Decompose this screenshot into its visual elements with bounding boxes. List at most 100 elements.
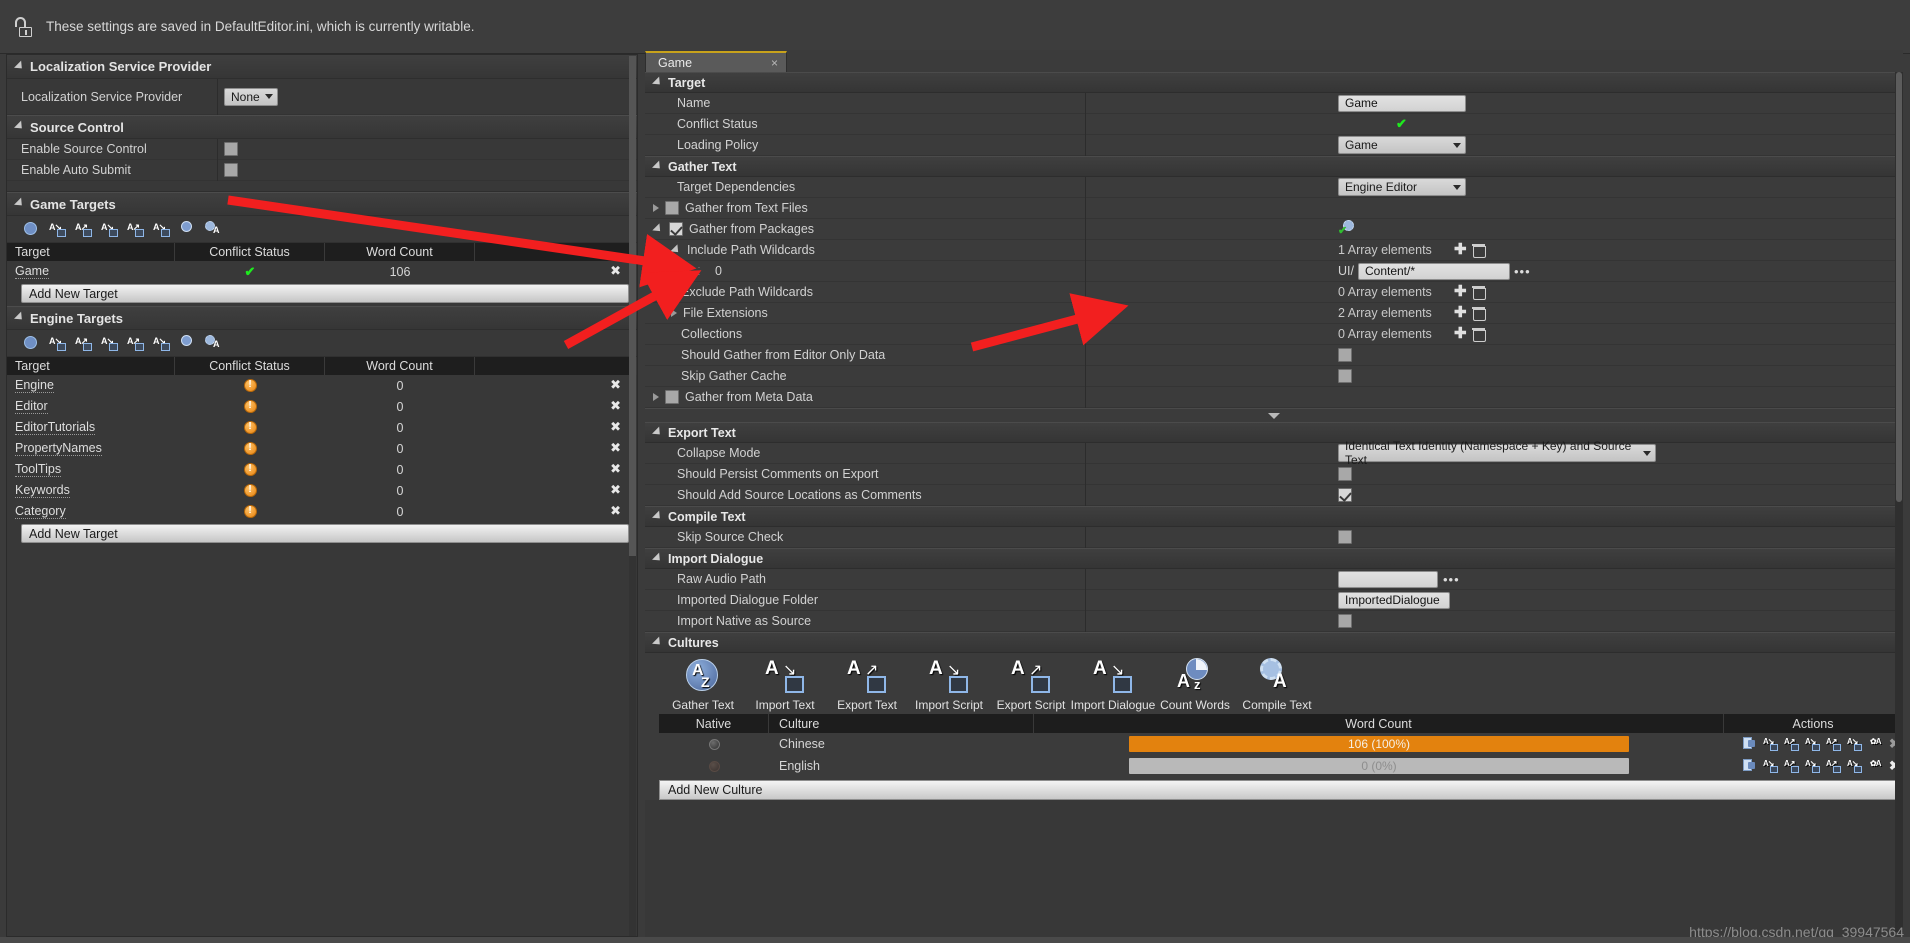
culture-action-count-words[interactable]: Az Count Words	[1155, 657, 1235, 712]
import-dialogue-icon[interactable]: A↘	[153, 221, 170, 237]
import-script-icon[interactable]: A↘	[101, 221, 118, 237]
add-array-element-icon[interactable]: ✚	[1454, 305, 1467, 320]
engine-target-link[interactable]: Engine	[15, 378, 54, 393]
target-name-input[interactable]: Game	[1338, 94, 1466, 112]
export-text-icon[interactable]: A↗	[75, 221, 92, 237]
enable-auto-submit-checkbox[interactable]	[224, 163, 238, 177]
browse-ellipsis-button[interactable]: •••	[1443, 572, 1460, 587]
table-row[interactable]: ToolTips 0 ✖	[7, 459, 637, 480]
add-new-culture-button[interactable]: Add New Culture	[659, 780, 1903, 800]
culture-action-export-text[interactable]: A ↗ Export Text	[827, 657, 907, 712]
native-culture-radio[interactable]	[708, 760, 720, 772]
table-row[interactable]: Engine 0 ✖	[7, 375, 637, 396]
add-array-element-icon[interactable]: ✚	[1454, 284, 1467, 299]
gather-from-packages-checkbox[interactable]	[669, 222, 683, 236]
remove-target-icon[interactable]: ✖	[610, 378, 621, 393]
culture-action-export-script[interactable]: A ↗ Export Script	[991, 657, 1071, 712]
compile-text-icon[interactable]: A	[205, 221, 222, 237]
gather-text-icon[interactable]	[1742, 737, 1757, 751]
collapse-triangle-icon[interactable]	[652, 223, 664, 235]
remove-target-icon[interactable]: ✖	[610, 264, 621, 279]
native-culture-radio[interactable]	[708, 738, 720, 750]
import-dialogue-icon[interactable]: A↘	[1847, 759, 1862, 773]
import-text-icon[interactable]: A↘	[49, 221, 66, 237]
section-header-source-control[interactable]: Source Control	[7, 115, 637, 139]
remove-target-icon[interactable]: ✖	[610, 462, 621, 477]
table-row[interactable]: Game ✔ 106 ✖	[7, 261, 637, 282]
import-dialogue-icon[interactable]: A↘	[1847, 737, 1862, 751]
should-add-source-locations-checkbox[interactable]	[1338, 488, 1352, 502]
engine-target-link[interactable]: Editor	[15, 399, 48, 414]
tab-game[interactable]: Game ×	[645, 51, 787, 72]
should-gather-editor-only-checkbox[interactable]	[1338, 348, 1352, 362]
delete-array-icon[interactable]	[1471, 328, 1486, 342]
drag-handle-icon[interactable]: ⋮⋮	[683, 266, 705, 277]
import-script-icon[interactable]: A↘	[1805, 759, 1820, 773]
compile-text-icon[interactable]: A	[205, 335, 222, 351]
export-script-icon[interactable]: A↗	[1826, 737, 1841, 751]
table-row[interactable]: Category 0 ✖	[7, 501, 637, 522]
compile-text-icon[interactable]: ✿A	[1868, 759, 1883, 773]
delete-array-icon[interactable]	[1471, 286, 1486, 300]
compile-text-icon[interactable]: ✿A	[1868, 737, 1883, 751]
gather-text-icon[interactable]	[23, 221, 40, 237]
export-script-icon[interactable]: A↗	[1826, 759, 1841, 773]
table-row[interactable]: PropertyNames 0 ✖	[7, 438, 637, 459]
table-row[interactable]: Keywords 0 ✖	[7, 480, 637, 501]
count-words-icon[interactable]	[179, 335, 196, 351]
include-path-input[interactable]: Content/*	[1357, 262, 1510, 280]
engine-target-link[interactable]: Keywords	[15, 483, 70, 498]
culture-action-import-text[interactable]: A ↘ Import Text	[745, 657, 825, 712]
remove-target-icon[interactable]: ✖	[610, 399, 621, 414]
gather-text-icon[interactable]	[23, 335, 40, 351]
import-text-icon[interactable]: A↘	[1763, 737, 1778, 751]
export-text-icon[interactable]: A↗	[1784, 759, 1799, 773]
culture-action-gather-text[interactable]: A Z Gather Text	[663, 657, 743, 712]
close-icon[interactable]: ×	[771, 56, 778, 70]
expand-triangle-icon[interactable]	[653, 204, 659, 212]
import-dialogue-icon[interactable]: A↘	[153, 335, 170, 351]
add-array-element-icon[interactable]: ✚	[1454, 326, 1467, 341]
raw-audio-path-input[interactable]	[1338, 570, 1438, 588]
export-script-icon[interactable]: A↗	[127, 335, 144, 351]
culture-row[interactable]: English0 (0%)A↘A↗A↘A↗A↘✿A✖	[659, 755, 1903, 777]
culture-action-compile-text[interactable]: A Compile Text	[1237, 657, 1317, 712]
import-native-as-source-checkbox[interactable]	[1338, 614, 1352, 628]
add-array-element-icon[interactable]: ✚	[1454, 242, 1467, 257]
game-target-link[interactable]: Game	[15, 264, 50, 279]
loading-policy-dropdown[interactable]: Game	[1338, 136, 1466, 154]
section-header-gather-text[interactable]: Gather Text	[645, 156, 1903, 177]
remove-target-icon[interactable]: ✖	[610, 441, 621, 456]
section-header-game-targets[interactable]: Game Targets	[7, 192, 637, 216]
section-header-cultures[interactable]: Cultures	[645, 632, 1903, 653]
import-script-icon[interactable]: A↘	[101, 335, 118, 351]
import-script-icon[interactable]: A↘	[1805, 737, 1820, 751]
left-panel-scrollbar[interactable]	[629, 56, 636, 936]
section-header-import-dialogue[interactable]: Import Dialogue	[645, 548, 1903, 569]
count-words-icon[interactable]	[179, 221, 196, 237]
section-header-target[interactable]: Target	[645, 72, 1903, 93]
culture-action-import-script[interactable]: A ↘ Import Script	[909, 657, 989, 712]
engine-target-link[interactable]: Category	[15, 504, 66, 519]
collapse-triangle-icon[interactable]	[670, 244, 682, 256]
lsp-dropdown[interactable]: None	[224, 87, 278, 106]
import-text-icon[interactable]: A↘	[49, 335, 66, 351]
browse-ellipsis-button[interactable]: •••	[1514, 264, 1531, 279]
gather-from-meta-data-checkbox[interactable]	[665, 390, 679, 404]
skip-gather-cache-checkbox[interactable]	[1338, 369, 1352, 383]
add-new-engine-target-button[interactable]: Add New Target	[21, 524, 629, 543]
import-text-icon[interactable]: A↘	[1763, 759, 1778, 773]
section-header-localization-service-provider[interactable]: Localization Service Provider	[7, 55, 637, 79]
scroll-down-hint[interactable]	[645, 408, 1903, 422]
export-text-icon[interactable]: A↗	[75, 335, 92, 351]
imported-dialogue-folder-input[interactable]: ImportedDialogue	[1338, 591, 1450, 609]
section-header-engine-targets[interactable]: Engine Targets	[7, 306, 637, 330]
export-text-icon[interactable]: A↗	[1784, 737, 1799, 751]
collapse-mode-dropdown[interactable]: Identical Text Identity (Namespace + Key…	[1338, 439, 1656, 467]
table-row[interactable]: Editor 0 ✖	[7, 396, 637, 417]
remove-target-icon[interactable]: ✖	[610, 504, 621, 519]
table-row[interactable]: EditorTutorials 0 ✖	[7, 417, 637, 438]
remove-target-icon[interactable]: ✖	[610, 420, 621, 435]
skip-source-check-checkbox[interactable]	[1338, 530, 1352, 544]
should-persist-comments-checkbox[interactable]	[1338, 467, 1352, 481]
